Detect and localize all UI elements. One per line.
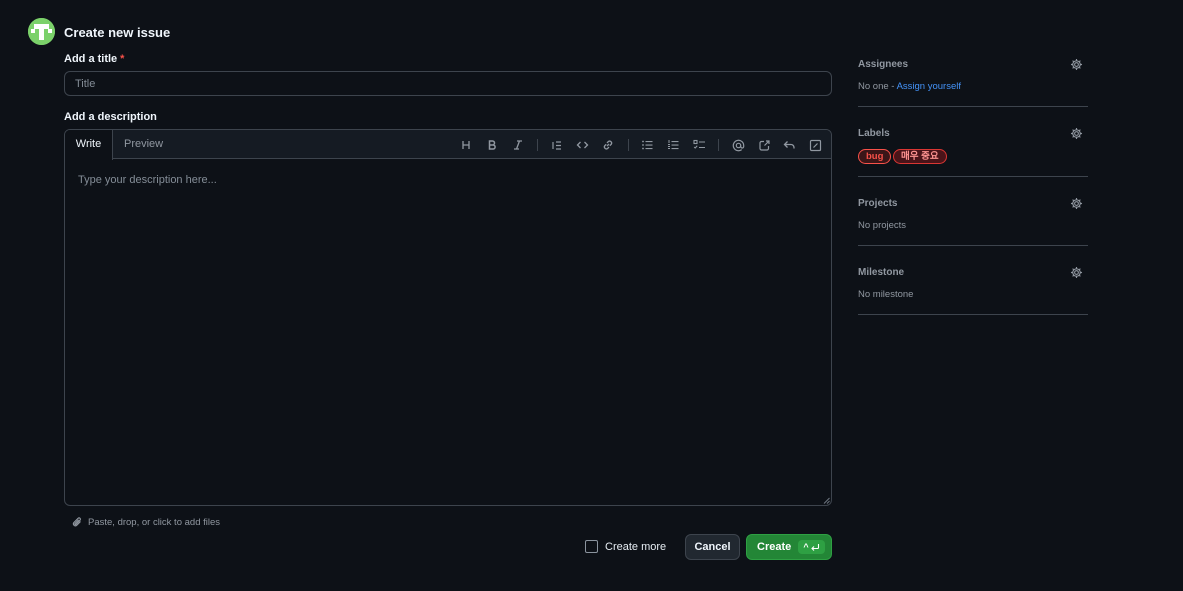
create-more-label: Create more [605,540,667,553]
title-label-text: Add a title [64,53,118,65]
tab-write[interactable]: Write [65,130,113,160]
new-issue-page: Create new issue Add a title* Add a desc… [0,0,1183,591]
projects-gear-icon[interactable] [1070,197,1083,210]
create-more-toggle[interactable]: Create more [585,540,666,553]
mention-icon[interactable] [730,137,746,153]
assignees-title: Assignees [858,59,909,70]
quote-icon[interactable] [549,137,565,153]
task-list-icon[interactable] [691,137,707,153]
description-label: Add a description [64,111,157,123]
required-mark: * [120,53,125,65]
tab-preview[interactable]: Preview [124,130,163,159]
enter-key-icon [810,543,819,551]
description-editor: Write Preview [64,129,832,506]
reference-icon[interactable] [756,137,772,153]
unordered-list-icon[interactable] [639,137,655,153]
title-input[interactable] [64,71,832,96]
user-avatar[interactable] [28,18,55,45]
assignees-empty-text: No one - [858,81,897,92]
toolbar-divider [628,139,629,151]
ctrl-key-symbol: ^ [803,542,809,552]
create-button[interactable]: Create ^ [746,534,832,560]
undo-icon[interactable] [781,137,797,153]
description-textarea[interactable] [65,159,831,505]
assign-yourself-link[interactable]: Assign yourself [897,81,961,92]
milestone-value: No milestone [858,289,914,300]
create-more-checkbox[interactable] [585,540,598,553]
milestone-gear-icon[interactable] [1070,266,1083,279]
title-label: Add a title * [64,53,124,65]
label-chip-bug[interactable]: bug [858,149,892,164]
editor-toolbar: Write Preview [65,130,831,160]
paperclip-icon [72,517,81,527]
bold-icon[interactable] [484,137,500,153]
sidebar-divider [858,106,1088,107]
label-chip-very-important[interactable]: 매우 중요 [893,149,947,164]
cancel-button[interactable]: Cancel [685,534,740,560]
sidebar-divider [858,245,1088,246]
attach-files-link[interactable]: Paste, drop, or click to add files [72,516,220,528]
code-icon[interactable] [574,137,590,153]
toolbar-divider [537,139,538,151]
ordered-list-icon[interactable] [665,137,681,153]
page-title: Create new issue [64,25,171,40]
create-button-label: Create [757,541,792,553]
resize-grip-icon[interactable] [823,497,830,504]
attach-files-label: Paste, drop, or click to add files [88,516,221,528]
shortcut-hint: ^ [798,540,825,554]
toolbar-divider [718,139,719,151]
projects-value: No projects [858,220,907,231]
sidebar-divider [858,176,1088,177]
projects-title: Projects [858,198,898,209]
assignees-gear-icon[interactable] [1070,58,1083,71]
italic-icon[interactable] [510,137,526,153]
assignees-value: No one - Assign yourself [858,81,961,92]
labels-gear-icon[interactable] [1070,127,1083,140]
sidebar-divider [858,314,1088,315]
heading-icon[interactable] [458,137,474,153]
milestone-title: Milestone [858,267,905,278]
labels-title: Labels [858,128,890,139]
link-icon[interactable] [600,137,616,153]
saved-replies-icon[interactable] [807,137,823,153]
